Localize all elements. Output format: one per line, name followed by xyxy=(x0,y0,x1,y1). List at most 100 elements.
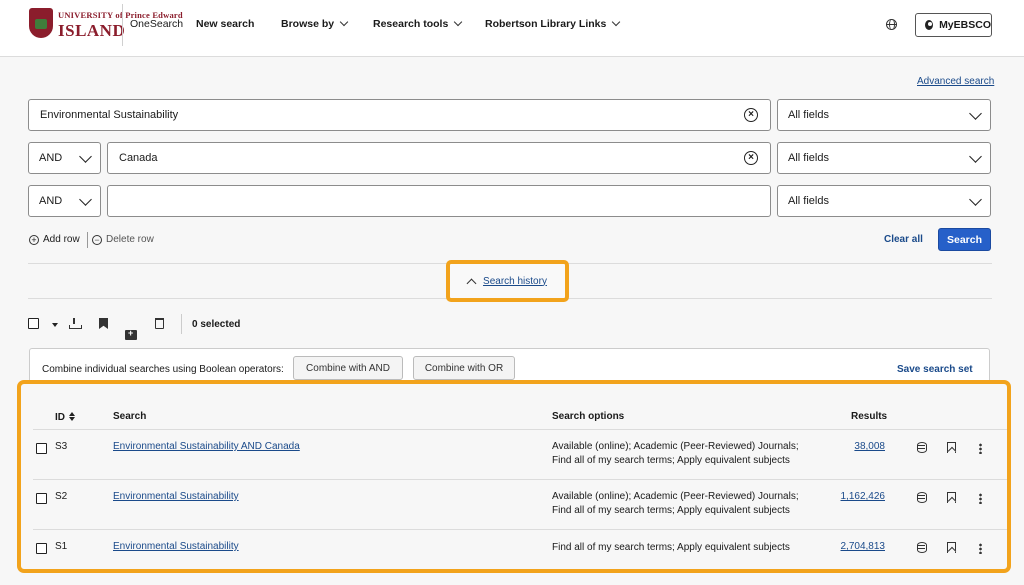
row-options-line2: Find all of my search terms; Apply equiv… xyxy=(552,505,790,516)
chevron-down-icon xyxy=(454,17,463,27)
bookmark-icon[interactable] xyxy=(947,442,956,453)
search-button[interactable]: Search xyxy=(938,228,991,251)
table-row: S2 Environmental Sustainability Availabl… xyxy=(21,480,1007,530)
row-results-link[interactable]: 2,704,813 xyxy=(841,541,886,552)
database-icon[interactable] xyxy=(917,542,927,553)
search-input-row1[interactable]: Environmental Sustainability × xyxy=(28,99,771,131)
sort-icon xyxy=(69,412,75,421)
nav-new-search-label: New search xyxy=(196,18,255,30)
nav-browse-by[interactable]: Browse by xyxy=(281,17,349,30)
row-results-link[interactable]: 1,162,426 xyxy=(841,491,886,502)
row-options-line1: Find all of my search terms; Apply equiv… xyxy=(552,542,790,553)
search-term-1: Environmental Sustainability xyxy=(40,109,179,121)
operator-row2-value: AND xyxy=(39,152,63,164)
row-results-link[interactable]: 38,008 xyxy=(854,441,885,452)
kebab-icon[interactable] xyxy=(979,443,982,454)
row-actions-divider xyxy=(87,232,88,248)
row-options-line2: Find all of my search terms; Apply equiv… xyxy=(552,455,790,466)
chevron-down-icon xyxy=(79,193,92,206)
delete-row-button[interactable]: − Delete row xyxy=(92,234,154,245)
kebab-icon[interactable] xyxy=(979,543,982,554)
field-select-row3[interactable]: All fields xyxy=(777,185,991,217)
myebsco-button[interactable]: MyEBSCO xyxy=(915,13,992,37)
row-search-link[interactable]: Environmental Sustainability xyxy=(113,491,239,502)
selected-count: 0 selected xyxy=(192,319,241,330)
field-select-row3-value: All fields xyxy=(788,195,829,207)
chevron-up-icon xyxy=(466,278,477,288)
field-select-row2-value: All fields xyxy=(788,152,829,164)
row-options-line1: Available (online); Academic (Peer-Revie… xyxy=(552,441,799,452)
bookmark-icon[interactable] xyxy=(947,492,956,503)
row-checkbox[interactable] xyxy=(36,543,47,554)
bookmark-icon[interactable] xyxy=(99,318,108,329)
row-id: S2 xyxy=(55,491,68,502)
delete-row-label: Delete row xyxy=(106,234,154,245)
bookmark-icon[interactable] xyxy=(947,542,956,553)
row-options: Available (online); Academic (Peer-Revie… xyxy=(552,440,802,468)
id-header[interactable]: ID xyxy=(55,411,75,423)
field-select-row2[interactable]: All fields xyxy=(777,142,991,174)
folder-add-icon[interactable] xyxy=(125,328,137,340)
select-menu-caret[interactable] xyxy=(52,323,58,327)
row-search-link[interactable]: Environmental Sustainability AND Canada xyxy=(113,441,300,452)
nav-browse-by-label: Browse by xyxy=(281,18,335,30)
myebsco-label: MyEBSCO xyxy=(939,19,991,31)
user-icon xyxy=(925,20,934,30)
app-name[interactable]: OneSearch xyxy=(130,18,183,30)
combine-bar: Combine individual searches using Boolea… xyxy=(29,348,990,384)
table-row: S3 Environmental Sustainability AND Cana… xyxy=(21,430,1007,480)
add-row-label: Add row xyxy=(43,234,80,245)
add-row-button[interactable]: + Add row xyxy=(29,234,80,245)
search-input-row2[interactable]: Canada × xyxy=(107,142,771,174)
row-id: S1 xyxy=(55,541,68,552)
operator-select-row2[interactable]: AND xyxy=(28,142,101,174)
combine-and-button[interactable]: Combine with AND xyxy=(293,356,403,380)
chevron-down-icon xyxy=(79,150,92,163)
download-icon[interactable] xyxy=(69,318,82,329)
nav-research-tools-label: Research tools xyxy=(373,18,449,30)
kebab-icon[interactable] xyxy=(979,493,982,504)
clear-all-button[interactable]: Clear all xyxy=(884,234,923,245)
row-checkbox[interactable] xyxy=(36,493,47,504)
search-input-row3[interactable] xyxy=(107,185,771,217)
search-history-label: Search history xyxy=(483,275,547,287)
remove-circle-icon: − xyxy=(92,234,102,245)
search-history-table: ID Search Search options Results S3 Envi… xyxy=(17,380,1011,573)
nav-library-links-label: Robertson Library Links xyxy=(485,18,607,30)
row-id: S3 xyxy=(55,441,68,452)
chevron-down-icon xyxy=(969,150,982,163)
chevron-down-icon xyxy=(969,107,982,120)
nav-library-links[interactable]: Robertson Library Links xyxy=(485,17,621,30)
search-history-toggle[interactable]: Search history xyxy=(446,260,569,302)
top-header: UNIVERSITY of Prince Edward ISLAND OneSe… xyxy=(0,0,1024,57)
nav-research-tools[interactable]: Research tools xyxy=(373,17,463,30)
save-search-set-button[interactable]: Save search set xyxy=(897,364,973,375)
field-select-row1-value: All fields xyxy=(788,109,829,121)
search-term-2: Canada xyxy=(119,152,158,164)
university-logo[interactable]: UNIVERSITY of Prince Edward ISLAND xyxy=(29,8,183,44)
field-select-row1[interactable]: All fields xyxy=(777,99,991,131)
chevron-down-icon xyxy=(969,193,982,206)
table-row: S1 Environmental Sustainability Find all… xyxy=(21,530,1007,580)
globe-icon[interactable] xyxy=(886,18,897,30)
operator-select-row3[interactable]: AND xyxy=(28,185,101,217)
row-search-link[interactable]: Environmental Sustainability xyxy=(113,541,239,552)
combine-or-button[interactable]: Combine with OR xyxy=(413,356,515,380)
trash-icon[interactable] xyxy=(155,318,164,329)
combine-instruction: Combine individual searches using Boolea… xyxy=(42,364,284,375)
row-options-line1: Available (online); Academic (Peer-Revie… xyxy=(552,491,799,502)
add-circle-icon: + xyxy=(29,234,39,245)
advanced-search-link[interactable]: Advanced search xyxy=(917,76,994,87)
chevron-down-icon xyxy=(612,17,621,27)
clear-icon[interactable]: × xyxy=(744,151,758,165)
crest-icon xyxy=(29,8,53,38)
header-divider xyxy=(122,4,123,46)
database-icon[interactable] xyxy=(917,442,927,453)
database-icon[interactable] xyxy=(917,492,927,503)
select-all-checkbox[interactable] xyxy=(28,318,39,329)
chevron-down-icon xyxy=(339,17,349,27)
clear-icon[interactable]: × xyxy=(744,108,758,122)
toolbar-divider xyxy=(181,314,182,334)
nav-new-search[interactable]: New search xyxy=(196,18,254,30)
row-checkbox[interactable] xyxy=(36,443,47,454)
